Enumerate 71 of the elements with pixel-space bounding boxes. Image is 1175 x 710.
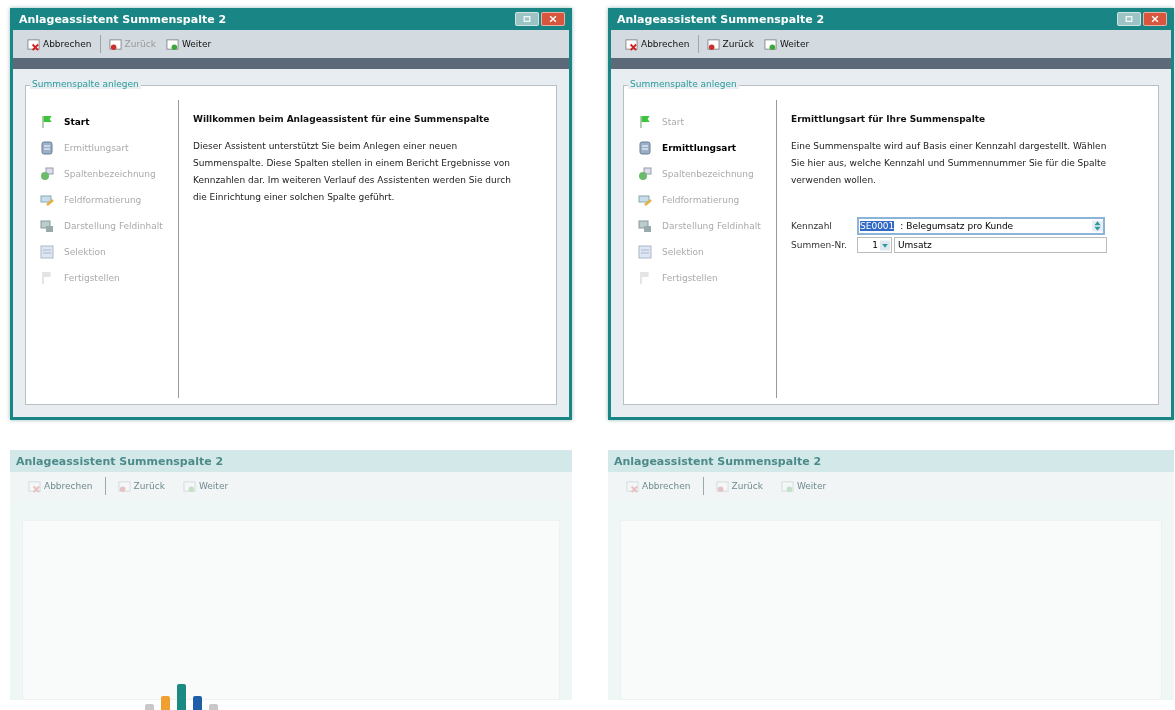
wizard-step[interactable]: Ermittlungsart: [638, 140, 776, 156]
back-icon: [117, 479, 131, 493]
step-heading: Ermittlungsart für Ihre Summenspalte: [791, 114, 987, 124]
restore-icon: [1125, 15, 1133, 23]
next-button[interactable]: Weiter: [761, 35, 812, 53]
window-title: Anlageassistent Summenspalte 2: [617, 12, 825, 26]
wizard-step[interactable]: Fertigstellen: [638, 270, 776, 286]
next-icon: [763, 37, 777, 51]
cancel-icon: [27, 37, 40, 51]
restore-icon: [523, 15, 531, 23]
wizard-step[interactable]: Feldformatierung: [638, 192, 776, 208]
group-label: Summenspalte anlegen: [30, 79, 141, 89]
wizard-step[interactable]: Spaltenbezeichnung: [638, 166, 776, 182]
next-icon: [182, 479, 196, 493]
close-icon: [1151, 15, 1159, 23]
step-description: Eine Summenspalte wird auf Basis einer Kennzahl dargestellt. Wählen Sie hier aus, welche Kennzahl und Summennummer Sie für die Spalte verwenden wollen.: [791, 140, 1108, 187]
next-button[interactable]: Weiter: [774, 478, 833, 494]
window-title: Anlageassistent Summenspalte 2: [608, 450, 1174, 472]
cancel-button[interactable]: Abbrechen: [25, 35, 94, 53]
back-icon: [715, 479, 729, 493]
pencil-icon: [40, 193, 54, 207]
field-label: Kennzahl: [791, 221, 833, 231]
cancel-button[interactable]: Abbrechen: [620, 478, 697, 494]
wizard-step[interactable]: Feldformatierung: [40, 192, 178, 208]
display-icon: [40, 219, 54, 233]
window-title: Anlageassistent Summenspalte 2: [10, 450, 572, 472]
wizard-step[interactable]: Darstellung Feldinhalt: [638, 218, 776, 234]
step-heading: Willkommen beim Anlageassistent für eine Summenspalte: [193, 114, 491, 124]
next-button[interactable]: Weiter: [176, 478, 235, 494]
step-description: Dieser Assistent unterstützt Sie beim Anlegen einer neuen Summenspalte. Diese Spalten stellen in einem Bericht Ergebnisse von Kennzahlen dar. Im weiteren Verlauf des Assistenten werden Sie durch die Einrichtung einer solchen Spalte geführt.: [193, 140, 512, 204]
wizard-step[interactable]: Start: [638, 114, 776, 130]
selection-icon: [40, 245, 54, 259]
combo-field[interactable]: SE0001 : Belegumsatz pro Kunde: [857, 217, 1105, 235]
field-label: Summen-Nr.: [791, 240, 848, 250]
next-icon: [165, 37, 179, 51]
flag-icon: [638, 115, 652, 129]
back-button[interactable]: Zurück: [709, 478, 769, 494]
cancel-icon: [626, 479, 639, 493]
close-button[interactable]: [541, 12, 565, 26]
back-button[interactable]: Zurück: [111, 478, 171, 494]
flag-icon: [40, 115, 54, 129]
wizard-step[interactable]: Ermittlungsart: [40, 140, 178, 156]
wizard-step[interactable]: Start: [40, 114, 178, 130]
display-icon: [638, 219, 652, 233]
next-button[interactable]: Weiter: [163, 35, 214, 53]
back-icon: [108, 37, 122, 51]
finish-flag-icon: [638, 271, 652, 285]
wizard-step[interactable]: Spaltenbezeichnung: [40, 166, 178, 182]
wizard-step[interactable]: Selektion: [638, 244, 776, 260]
wizard-step[interactable]: Selektion: [40, 244, 178, 260]
selection-icon: [638, 245, 652, 259]
database-icon: [40, 141, 54, 155]
cancel-icon: [28, 479, 41, 493]
cancel-button[interactable]: Abbrechen: [623, 35, 692, 53]
close-button[interactable]: [1143, 12, 1167, 26]
spinner-icon: [1092, 220, 1103, 232]
pencil-icon: [638, 193, 652, 207]
wizard-step[interactable]: Fertigstellen: [40, 270, 178, 286]
next-icon: [780, 479, 794, 493]
database-icon: [638, 141, 652, 155]
group-label: Summenspalte anlegen: [628, 79, 739, 89]
input-field[interactable]: Umsatz: [894, 237, 1107, 253]
cancel-icon: [625, 37, 638, 51]
back-button[interactable]: Zurück: [704, 35, 756, 53]
back-icon: [706, 37, 720, 51]
cancel-button[interactable]: Abbrechen: [22, 478, 99, 494]
window-title: Anlageassistent Summenspalte 2: [19, 12, 227, 26]
close-icon: [549, 15, 557, 23]
number-dropdown[interactable]: 1: [857, 237, 892, 253]
finish-flag-icon: [40, 271, 54, 285]
wizard-step[interactable]: Darstellung Feldinhalt: [40, 218, 178, 234]
